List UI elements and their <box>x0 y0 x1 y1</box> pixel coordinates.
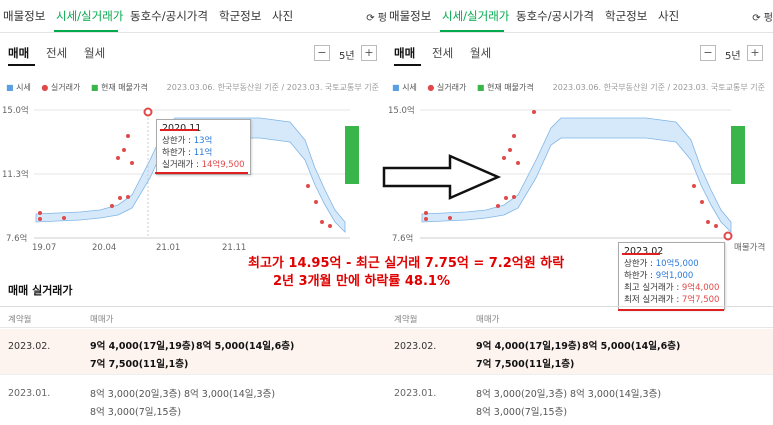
row-date: 2023.02. <box>394 341 437 352</box>
x-tick-label: 20.04 <box>92 243 116 253</box>
y-tick-label: 7.6억 <box>392 233 413 244</box>
deal-point <box>62 216 66 220</box>
selected-deal-point <box>723 231 733 241</box>
table-header: 계약월 매매가 <box>386 306 773 328</box>
highlight-underline <box>622 253 660 255</box>
tooltip-lower: 하한가 : 11억 <box>162 148 213 158</box>
row-date: 2023.02. <box>8 341 51 352</box>
annotation-line-2: 2년 3개월 만에 하락률 48.1% <box>273 274 450 289</box>
deal-point <box>328 224 332 228</box>
header-contract-month: 계약월 <box>8 315 32 325</box>
price-chart: 15.0억 11.3억 7.6억 매물가격 <box>388 105 765 253</box>
deal-point <box>504 196 508 200</box>
y-tick-label: 15.0억 <box>388 105 415 116</box>
deal-point <box>118 196 122 200</box>
deal-point <box>448 216 452 220</box>
deal-point <box>512 134 516 138</box>
deal-point <box>706 220 710 224</box>
deal-point <box>320 220 324 224</box>
chart-tooltip: 2020.11 상한가 : 13억 하한가 : 11억 실거래가 : 14억9,… <box>156 119 251 175</box>
left-screenshot-panel: 매물정보 시세/실거래가 동호수/공시가격 학군정보 사진 ⟳ 펑 매매 전세 … <box>0 0 387 425</box>
deal-point <box>110 204 114 208</box>
deal-point <box>38 211 42 215</box>
header-contract-month: 계약월 <box>394 315 418 325</box>
deal-entry: 8억 5,000(14일,6층) <box>582 341 681 352</box>
x-tick-label: 21.11 <box>222 243 246 253</box>
listing-price-bar <box>345 126 359 184</box>
y-tick-label: 11.3억 <box>388 169 415 180</box>
deal-point <box>122 148 126 152</box>
header-sale-price: 매매가 <box>476 315 500 325</box>
price-band <box>421 117 732 233</box>
deal-entry: 8억 3,000(7일,15층) <box>476 407 568 418</box>
tooltip-lower: 하한가 : 9억1,000 <box>624 271 694 281</box>
deal-entry: 8억 5,000(14일,6층) <box>196 341 295 352</box>
deal-point <box>314 200 318 204</box>
deal-point <box>532 110 536 114</box>
table-header: 계약월 매매가 <box>0 306 387 328</box>
deal-entry: 8억 3,000(14일,3층) <box>570 389 662 400</box>
listing-price-bar <box>731 126 745 184</box>
deal-point <box>516 161 520 165</box>
table-row: 2023.02. 9억 4,000(17일,19층) 8억 5,000(14일,… <box>0 329 387 375</box>
row-date: 2023.01. <box>394 388 437 399</box>
deal-entry: 9억 4,000(17일,19층) <box>90 341 195 352</box>
deal-entry: 7억 7,500(11일,1층) <box>90 359 189 370</box>
deal-entry: 8억 3,000(14일,3층) <box>184 389 276 400</box>
y-tick-label: 15.0억 <box>2 105 29 116</box>
deal-entry: 8억 3,000(20일,3층) <box>476 389 568 400</box>
deal-point <box>424 217 428 221</box>
deal-point <box>126 195 130 199</box>
deal-point <box>130 161 134 165</box>
deal-point <box>508 148 512 152</box>
section-title: 매매 실거래가 <box>8 284 73 297</box>
table-row: 2023.02. 9억 4,000(17일,19층) 8억 5,000(14일,… <box>386 329 773 375</box>
deal-point <box>116 156 120 160</box>
row-date: 2023.01. <box>8 388 51 399</box>
deal-point <box>512 195 516 199</box>
table-row: 2023.01. 8억 3,000(20일,3층) 8억 3,000(14일,3… <box>0 376 387 425</box>
highlight-underline <box>155 172 248 174</box>
x-tick-label: 21.01 <box>156 243 180 253</box>
table-row: 2023.01. 8억 3,000(20일,3층) 8억 3,000(14일,3… <box>386 376 773 425</box>
tooltip-date: 2023.02 <box>624 246 664 257</box>
tooltip-deal: 실거래가 : 14억9,500 <box>162 160 245 170</box>
selected-deal-point <box>143 107 153 117</box>
deal-entry: 9억 4,000(17일,19층) <box>476 341 581 352</box>
annotation-line-1: 최고가 14.95억 - 최근 실거래 7.75억 = 7.2억원 하락 <box>248 256 565 271</box>
deal-point <box>126 134 130 138</box>
deal-point <box>424 211 428 215</box>
tooltip-max-deal: 최고 실거래가 : 9억4,000 <box>624 283 720 293</box>
deal-entry: 8억 3,000(20일,3층) <box>90 389 182 400</box>
y-tick-label: 7.6억 <box>6 233 27 244</box>
deal-entry: 8억 3,000(7일,15층) <box>90 407 182 418</box>
deal-point <box>306 184 310 188</box>
deal-point <box>496 204 500 208</box>
deal-point <box>38 217 42 221</box>
deal-point <box>714 224 718 228</box>
deal-entry: 7억 7,500(11일,1층) <box>476 359 575 370</box>
tooltip-upper: 상한가 : 13억 <box>162 136 213 146</box>
right-screenshot-panel: 매물정보 시세/실거래가 동호수/공시가격 학군정보 사진 ⟳ 펑 매매 전세 … <box>386 0 773 425</box>
tooltip-upper: 상한가 : 10억5,000 <box>624 259 699 269</box>
deal-point <box>692 184 696 188</box>
x-tick-label-right: 매물가격 <box>734 242 765 253</box>
deal-point <box>700 200 704 204</box>
deal-point <box>502 156 506 160</box>
y-tick-label: 11.3억 <box>2 169 29 180</box>
header-sale-price: 매매가 <box>90 315 114 325</box>
tooltip-min-deal: 최저 실거래가 : 7억7,500 <box>624 295 720 305</box>
x-tick-label: 19.07 <box>32 243 56 253</box>
highlight-underline <box>160 129 198 131</box>
